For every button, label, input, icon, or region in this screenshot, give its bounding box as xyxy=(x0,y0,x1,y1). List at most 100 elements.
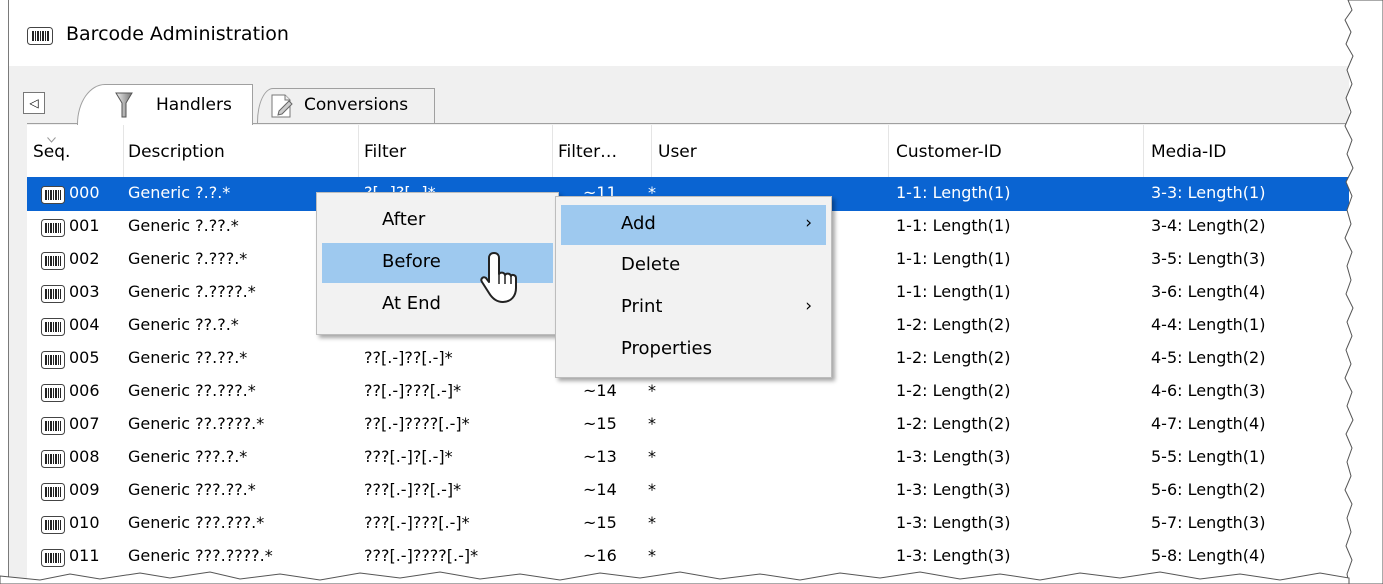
cell-seq: 004 xyxy=(69,315,100,334)
cell-user: * xyxy=(648,381,656,400)
table-row[interactable]: 008 Generic ???.?.* ???[.-]?[.-]* ~13 * 1-3: … xyxy=(27,441,1349,475)
barcode-icon xyxy=(41,516,65,538)
cell-user: * xyxy=(648,513,656,532)
menu-item-label: Add xyxy=(621,213,656,234)
cell-customer-id: 1-1: Length(1) xyxy=(896,216,1011,235)
cell-description: Generic ??.?.* xyxy=(128,315,239,334)
column-divider[interactable] xyxy=(552,125,553,177)
column-header-media-id[interactable]: Media-ID xyxy=(1151,142,1226,162)
cell-description: Generic ?.?.* xyxy=(128,183,231,202)
table-header: Seq. Description Filter Filter… User Cus… xyxy=(27,125,1349,177)
table-row[interactable]: 006 Generic ??.???.* ??[.-]???[.-]* ~14 * 1-2… xyxy=(27,375,1349,409)
menu-item-print[interactable]: Print › xyxy=(561,288,826,328)
tab-conversions[interactable]: Conversions xyxy=(257,88,435,123)
menu-item-label: Delete xyxy=(621,254,681,275)
barcode-icon xyxy=(41,252,65,274)
cell-media-id: 4-4: Length(1) xyxy=(1151,315,1266,334)
table-row[interactable]: 009 Generic ???.??.* ???[.-]??[.-]* ~14 * 1-3… xyxy=(27,474,1349,508)
cell-customer-id: 1-1: Length(1) xyxy=(896,282,1011,301)
cell-customer-id: 1-3: Length(3) xyxy=(896,546,1011,565)
barcode-icon xyxy=(41,186,65,208)
column-header-filter[interactable]: Filter xyxy=(364,142,406,162)
chevron-right-icon: › xyxy=(805,296,812,316)
cell-customer-id: 1-2: Length(2) xyxy=(896,381,1011,400)
barcode-icon xyxy=(41,417,65,439)
barcode-icon xyxy=(41,318,65,340)
cell-description: Generic ???.?.* xyxy=(128,447,248,466)
cell-seq: 008 xyxy=(69,447,100,466)
column-header-description[interactable]: Description xyxy=(128,142,225,162)
cell-seq: 006 xyxy=(69,381,100,400)
table-row[interactable]: 007 Generic ??.????.* ??[.-]????[.-]* ~15 * 1… xyxy=(27,408,1349,442)
cell-filter: ???[.-]????[.-]* xyxy=(364,546,479,565)
cell-customer-id: 1-1: Length(1) xyxy=(896,183,1011,202)
cell-description: Generic ???.??.* xyxy=(128,480,256,499)
column-divider[interactable] xyxy=(1143,125,1144,177)
cell-filter-length: ~16 xyxy=(583,546,617,565)
barcode-icon xyxy=(27,27,53,49)
barcode-icon xyxy=(41,450,65,472)
cell-filter: ???[.-]??[.-]* xyxy=(364,480,462,499)
cell-user: * xyxy=(648,546,656,565)
cell-customer-id: 1-3: Length(3) xyxy=(896,447,1011,466)
cell-media-id: 4-5: Length(2) xyxy=(1151,348,1266,367)
column-header-filter-length[interactable]: Filter… xyxy=(558,142,617,162)
cell-seq: 002 xyxy=(69,249,100,268)
cell-media-id: 3-4: Length(2) xyxy=(1151,216,1266,235)
cell-filter-length: ~15 xyxy=(583,513,617,532)
menu-item-add[interactable]: Add › xyxy=(561,205,826,245)
cell-seq: 001 xyxy=(69,216,100,235)
column-divider[interactable] xyxy=(888,125,889,177)
cell-filter: ??[.-]??[.-]* xyxy=(364,348,453,367)
cell-user: * xyxy=(648,414,656,433)
menu-item-after[interactable]: After xyxy=(322,201,553,241)
tab-handlers[interactable]: Handlers xyxy=(77,84,253,125)
column-header-user[interactable]: User xyxy=(658,142,697,162)
cell-filter-length: ~13 xyxy=(583,447,617,466)
document-edit-icon xyxy=(269,93,295,124)
title-bar: Barcode Administration xyxy=(9,0,1349,66)
menu-item-label: After xyxy=(382,209,426,230)
column-header-seq[interactable]: Seq. xyxy=(33,142,70,162)
cell-description: Generic ??.????.* xyxy=(128,414,265,433)
column-divider[interactable] xyxy=(123,125,124,177)
cell-filter-length: ~14 xyxy=(583,480,617,499)
barcode-icon xyxy=(41,219,65,241)
cell-media-id: 3-5: Length(3) xyxy=(1151,249,1266,268)
mouse-pointer-icon xyxy=(478,250,526,310)
cell-customer-id: 1-2: Length(2) xyxy=(896,315,1011,334)
menu-item-properties[interactable]: Properties xyxy=(561,330,826,370)
tab-conversions-label: Conversions xyxy=(304,95,409,115)
barcode-icon xyxy=(41,285,65,307)
cell-customer-id: 1-3: Length(3) xyxy=(896,480,1011,499)
table-row[interactable]: 010 Generic ???.???.* ???[.-]???[.-]* ~15 * 1… xyxy=(27,507,1349,541)
column-header-customer-id[interactable]: Customer-ID xyxy=(896,142,1002,162)
cell-filter-length: ~14 xyxy=(583,381,617,400)
window-title: Barcode Administration xyxy=(66,23,289,45)
cell-filter: ??[.-]???[.-]* xyxy=(364,381,462,400)
column-divider[interactable] xyxy=(651,125,652,177)
cell-seq: 010 xyxy=(69,513,100,532)
menu-item-delete[interactable]: Delete xyxy=(561,246,826,286)
cell-filter: ??[.-]????[.-]* xyxy=(364,414,470,433)
cell-seq: 005 xyxy=(69,348,100,367)
barcode-icon xyxy=(41,549,65,571)
cell-seq: 003 xyxy=(69,282,100,301)
cell-customer-id: 1-2: Length(2) xyxy=(896,348,1011,367)
cell-customer-id: 1-3: Length(3) xyxy=(896,513,1011,532)
cell-media-id: 5-7: Length(3) xyxy=(1151,513,1266,532)
cell-description: Generic ???.????.* xyxy=(128,546,273,565)
cell-description: Generic ??.??.* xyxy=(128,348,248,367)
cell-seq: 007 xyxy=(69,414,100,433)
cell-media-id: 4-6: Length(3) xyxy=(1151,381,1266,400)
cell-seq: 000 xyxy=(69,183,100,202)
column-divider[interactable] xyxy=(358,125,359,177)
cell-media-id: 5-5: Length(1) xyxy=(1151,447,1266,466)
tab-scroll-left-button[interactable]: ◁ xyxy=(23,92,45,114)
triangle-left-icon: ◁ xyxy=(29,96,39,110)
cell-user: * xyxy=(648,480,656,499)
cell-media-id: 5-6: Length(2) xyxy=(1151,480,1266,499)
chevron-right-icon: › xyxy=(805,213,812,233)
table-row[interactable]: 011 Generic ???.????.* ???[.-]????[.-]* ~16… xyxy=(27,540,1349,574)
cell-media-id: 3-6: Length(4) xyxy=(1151,282,1266,301)
